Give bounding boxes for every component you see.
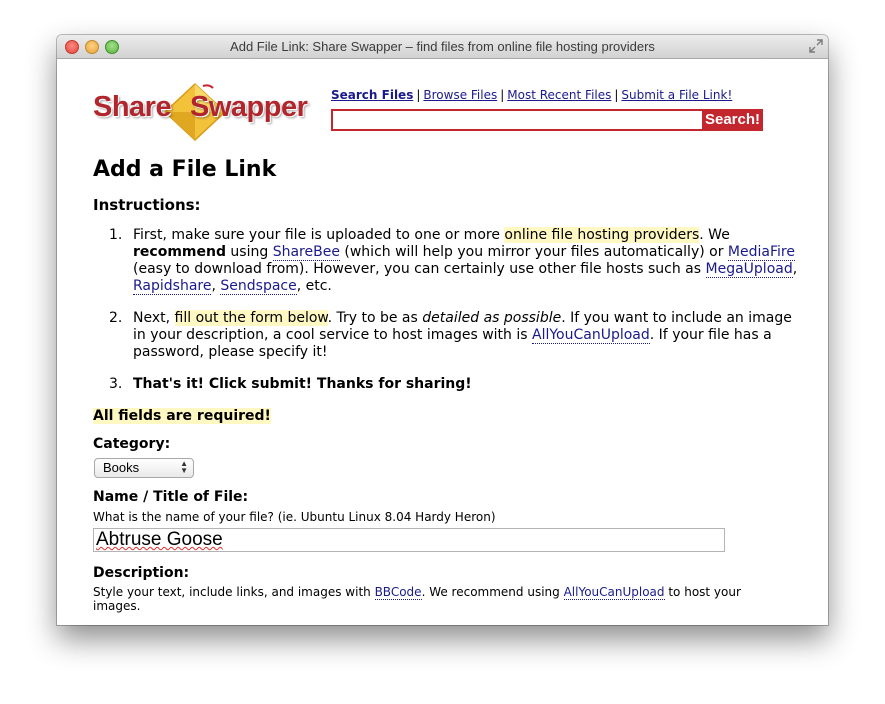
browser-window: Add File Link: Share Swapper – find file… bbox=[57, 35, 828, 625]
nav-separator: | bbox=[500, 88, 505, 102]
category-selected-value: Books bbox=[103, 460, 140, 475]
fullscreen-icon[interactable] bbox=[809, 39, 823, 53]
step-text: Next, bbox=[133, 310, 175, 326]
step-text: That's it! Click submit! Thanks for shar… bbox=[133, 376, 472, 392]
detailed-text: detailed as possible bbox=[422, 310, 562, 326]
mediafire-link[interactable]: MediaFire bbox=[727, 244, 795, 261]
window-title: Add File Link: Share Swapper – find file… bbox=[230, 39, 655, 54]
name-label: Name / Title of File: bbox=[93, 489, 249, 505]
help-text: . We recommend using bbox=[421, 585, 564, 599]
required-fields-note: All fields are required! bbox=[93, 408, 271, 424]
instructions-heading: Instructions: bbox=[93, 196, 201, 214]
category-label: Category: bbox=[93, 436, 171, 452]
name-input-value: Abtruse Goose bbox=[96, 529, 223, 550]
description-label: Description: bbox=[93, 565, 190, 581]
step-text: First, make sure your file is uploaded t… bbox=[133, 227, 505, 243]
top-nav: Search Files | Browse Files | Most Recent Fi… bbox=[331, 88, 732, 102]
allyoucanupload-link[interactable]: AllYouCanUpload bbox=[532, 327, 650, 344]
fill-form-highlight: fill out the form below bbox=[174, 310, 328, 326]
comma: , bbox=[792, 261, 798, 277]
step-number: 3. bbox=[109, 376, 123, 392]
step-text: . Try to be as bbox=[327, 310, 423, 326]
bbcode-link[interactable]: BBCode bbox=[374, 585, 422, 600]
step-text: . We bbox=[699, 227, 730, 243]
hosting-providers-highlight: online file hosting providers bbox=[504, 227, 700, 243]
logo-text-swapper: Swapper bbox=[190, 91, 308, 123]
megaupload-link[interactable]: MegaUpload bbox=[705, 261, 793, 278]
rapidshare-link[interactable]: Rapidshare bbox=[133, 278, 212, 295]
help-text: Style your text, include links, and imag… bbox=[93, 585, 375, 599]
recommend-text: recommend bbox=[133, 244, 226, 260]
step-text: (easy to download from). However, you ca… bbox=[133, 261, 706, 277]
description-help-text: Style your text, include links, and imag… bbox=[93, 585, 783, 613]
nav-search-files[interactable]: Search Files bbox=[331, 88, 413, 102]
search-button[interactable]: Search! bbox=[702, 109, 763, 131]
page-title: Add a File Link bbox=[93, 157, 277, 182]
instruction-step-3: 3. That's it! Click submit! Thanks for s… bbox=[109, 376, 799, 393]
search-input[interactable] bbox=[331, 109, 706, 131]
logo-text-share: Share bbox=[93, 91, 172, 123]
name-input[interactable]: Abtruse Goose bbox=[93, 528, 725, 552]
allyoucanupload-link[interactable]: AllYouCanUpload bbox=[563, 585, 665, 600]
name-help-text: What is the name of your file? (ie. Ubun… bbox=[93, 510, 496, 524]
sendspace-link[interactable]: Sendspace bbox=[220, 278, 297, 295]
page-content: Share Swapper Search Files | Browse Files |… bbox=[57, 59, 828, 625]
step-text: , etc. bbox=[296, 278, 332, 294]
title-bar[interactable]: Add File Link: Share Swapper – find file… bbox=[57, 35, 828, 59]
sharebee-link[interactable]: ShareBee bbox=[272, 244, 340, 261]
step-number: 2. bbox=[109, 310, 123, 326]
instruction-step-2: 2. Next, fill out the form below. Try to… bbox=[109, 310, 799, 361]
instruction-step-1: 1. First, make sure your file is uploade… bbox=[109, 227, 799, 295]
instructions-list: 1. First, make sure your file is uploade… bbox=[109, 227, 799, 408]
nav-separator: | bbox=[416, 88, 421, 102]
select-arrows-icon: ▲ ▼ bbox=[180, 459, 188, 475]
nav-submit-file-link[interactable]: Submit a File Link! bbox=[621, 88, 732, 102]
nav-separator: | bbox=[614, 88, 619, 102]
category-select[interactable]: Books ▲ ▼ bbox=[94, 458, 194, 478]
nav-browse-files[interactable]: Browse Files bbox=[423, 88, 497, 102]
nav-most-recent-files[interactable]: Most Recent Files bbox=[507, 88, 611, 102]
step-text: using bbox=[225, 244, 273, 260]
step-number: 1. bbox=[109, 227, 123, 243]
site-logo[interactable]: Share Swapper bbox=[93, 82, 319, 142]
step-text: (which will help you mirror your files a… bbox=[339, 244, 728, 260]
